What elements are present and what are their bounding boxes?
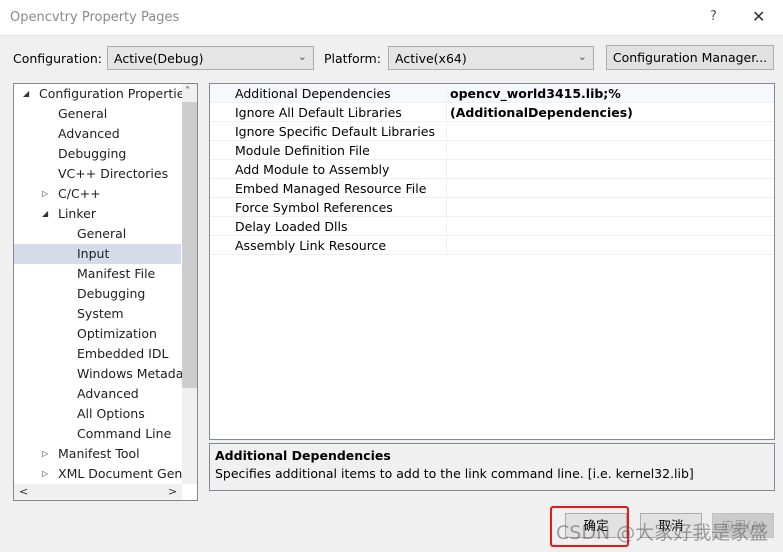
property-name: Delay Loaded Dlls: [235, 217, 447, 236]
property-row[interactable]: Additional Dependencies opencv_world3415.…: [210, 84, 774, 120]
tree-item-label: Linker: [58, 206, 96, 221]
description-panel: Additional Dependencies Specifies additi…: [209, 443, 775, 491]
tree-item[interactable]: System: [14, 304, 181, 324]
collapse-arrow-icon[interactable]: ▷: [42, 444, 48, 464]
tree-item[interactable]: ◢ Linker: [14, 204, 181, 224]
collapse-arrow-icon[interactable]: ▷: [42, 184, 48, 204]
tree-item[interactable]: General: [14, 224, 181, 244]
scroll-left-icon[interactable]: <: [19, 485, 28, 498]
tree-item[interactable]: ◢ Configuration Properties: [14, 84, 191, 104]
tree-item-label: General: [77, 226, 127, 241]
property-row[interactable]: Module Definition File: [210, 141, 774, 160]
property-row[interactable]: Force Symbol References: [210, 198, 774, 217]
tree-item[interactable]: ▷ C/C++: [14, 184, 181, 204]
window-title: Opencvtry Property Pages: [10, 10, 180, 25]
property-row[interactable]: Delay Loaded Dlls: [210, 217, 774, 236]
expand-arrow-icon[interactable]: ◢: [42, 204, 48, 224]
tree-item-label: Configuration Properties: [39, 86, 191, 101]
property-tree[interactable]: ◢ Configuration Properties General Advanced…: [13, 83, 198, 501]
configuration-dropdown[interactable]: Active(Debug) ⌄: [107, 46, 314, 70]
tree-item[interactable]: Manifest File: [14, 264, 181, 284]
description-title: Additional Dependencies: [215, 448, 391, 463]
platform-dropdown[interactable]: Active(x64) ⌄: [388, 46, 594, 70]
property-name: Force Symbol References: [235, 198, 447, 217]
tree-item-label: Command Line: [77, 426, 172, 441]
platform-value: Active(x64): [395, 51, 467, 66]
property-name: Assembly Link Resource: [235, 236, 447, 255]
close-button[interactable]: ✕: [752, 7, 765, 26]
tree-item[interactable]: Advanced: [14, 124, 181, 144]
property-row[interactable]: Add Module to Assembly: [210, 160, 774, 179]
chevron-down-icon: ⌄: [577, 50, 587, 63]
chevron-down-icon: ⌄: [297, 50, 307, 63]
tree-item[interactable]: Windows Metadata: [14, 364, 196, 384]
tree-item-label: Manifest Tool: [58, 446, 140, 461]
scroll-up-icon[interactable]: ˄: [185, 86, 190, 97]
platform-label: Platform:: [324, 51, 381, 66]
tree-item-label: Manifest File: [77, 266, 156, 281]
configuration-value: Active(Debug): [114, 51, 204, 66]
tree-item[interactable]: Command Line: [14, 424, 181, 444]
scroll-right-icon[interactable]: >: [168, 485, 177, 498]
tree-item-label: All Options: [77, 406, 145, 421]
tree-item[interactable]: General: [14, 104, 181, 124]
property-row[interactable]: Ignore Specific Default Libraries: [210, 122, 774, 141]
help-button[interactable]: ?: [710, 9, 717, 24]
property-row[interactable]: Assembly Link Resource: [210, 236, 774, 255]
property-name: Add Module to Assembly: [235, 160, 447, 179]
tree-item[interactable]: Advanced: [14, 384, 181, 404]
property-name: Embed Managed Resource File: [235, 179, 447, 198]
tree-item[interactable]: Debugging: [14, 144, 181, 164]
tree-item-label: VC++ Directories: [58, 166, 169, 181]
property-name: Ignore Specific Default Libraries: [235, 122, 447, 141]
tree-item-label: Windows Metadata: [77, 366, 196, 381]
tree-vertical-scrollbar[interactable]: ˄: [182, 84, 197, 484]
tree-horizontal-scrollbar[interactable]: < >: [14, 484, 182, 500]
tree-item[interactable]: Optimization: [14, 324, 181, 344]
configuration-manager-button[interactable]: Configuration Manager...: [606, 45, 774, 70]
tree-item[interactable]: ▷ Manifest Tool: [14, 444, 181, 464]
tree-item[interactable]: All Options: [14, 404, 181, 424]
property-name: Ignore All Default Libraries: [235, 103, 447, 122]
collapse-arrow-icon[interactable]: ▷: [42, 464, 48, 484]
tree-item-label: Embedded IDL: [77, 346, 169, 361]
tree-item[interactable]: VC++ Directories: [14, 164, 181, 184]
property-row[interactable]: Embed Managed Resource File: [210, 179, 774, 198]
tree-item-label: Optimization: [77, 326, 157, 341]
property-name: Additional Dependencies: [235, 84, 447, 103]
title-bar: Opencvtry Property Pages ? ✕: [0, 0, 783, 36]
property-row[interactable]: Ignore All Default Libraries: [210, 103, 774, 122]
tree-item-label: Debugging: [58, 146, 127, 161]
property-name: Module Definition File: [235, 141, 447, 160]
tree-item[interactable]: Debugging: [14, 284, 181, 304]
configuration-label: Configuration:: [13, 51, 102, 66]
tree-item[interactable]: ▷ XML Document Generator: [14, 464, 197, 484]
tree-item-label: Input: [77, 246, 110, 261]
tree-item[interactable]: Input: [14, 244, 181, 264]
expand-arrow-icon[interactable]: ◢: [23, 84, 29, 104]
tree-item-label: XML Document Generator: [58, 466, 197, 481]
tree-item-label: General: [58, 106, 108, 121]
scrollbar-thumb[interactable]: [182, 102, 197, 388]
description-text: Specifies additional items to add to the…: [215, 466, 694, 481]
tree-item[interactable]: Embedded IDL: [14, 344, 181, 364]
property-grid[interactable]: Additional Dependencies opencv_world3415.…: [209, 83, 775, 440]
tree-item-label: System: [77, 306, 124, 321]
tree-item-label: Debugging: [77, 286, 146, 301]
tree-item-label: C/C++: [58, 186, 101, 201]
watermark: CSDN @大家好我是家盛: [556, 522, 769, 544]
tree-item-label: Advanced: [77, 386, 139, 401]
tree-item-label: Advanced: [58, 126, 120, 141]
